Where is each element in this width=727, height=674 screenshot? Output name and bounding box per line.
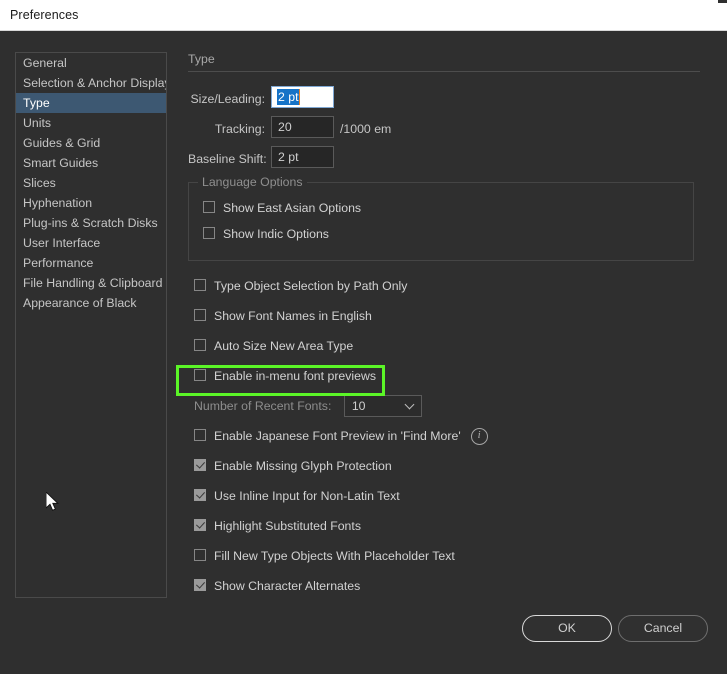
sidebar-item-units[interactable]: Units <box>16 113 166 133</box>
sidebar-item-label: User Interface <box>23 236 101 250</box>
checkbox-label: Enable Missing Glyph Protection <box>214 459 392 473</box>
sidebar-item-slices[interactable]: Slices <box>16 173 166 193</box>
checkbox-show-indic-options[interactable]: Show Indic Options <box>203 221 693 247</box>
sidebar-item-label: Hyphenation <box>23 196 93 210</box>
checkbox-label: Show Indic Options <box>223 227 329 241</box>
checkbox-type-object-selection-by-path-only[interactable]: Type Object Selection by Path Only <box>194 271 700 301</box>
checkbox-box-icon[interactable] <box>194 459 206 471</box>
number-of-recent-fonts-select[interactable]: 10 <box>343 395 422 417</box>
size-leading-row: Size/Leading: 2 pt <box>188 86 700 116</box>
tracking-label: Tracking: <box>214 122 265 136</box>
checkbox-use-inline-input-for-non-latin-text[interactable]: Use Inline Input for Non-Latin Text <box>194 481 700 511</box>
tracking-row: Tracking: 20 /1000 em <box>188 116 700 146</box>
select-value: 10 <box>351 399 366 413</box>
sidebar-item-label: Selection & Anchor Display <box>23 76 167 90</box>
checkbox-auto-size-new-area-type[interactable]: Auto Size New Area Type <box>194 331 700 361</box>
ok-button[interactable]: OK <box>522 615 612 642</box>
window-title: Preferences <box>10 8 79 22</box>
type-preferences-panel: Type Size/Leading: 2 pt Tracking: 20 /10… <box>188 52 700 601</box>
sidebar-item-appearance-of-black[interactable]: Appearance of Black <box>16 293 166 313</box>
dialog-button-bar: OK Cancel <box>0 615 727 655</box>
sidebar-item-selection-anchor-display[interactable]: Selection & Anchor Display <box>16 73 166 93</box>
sidebar-item-label: File Handling & Clipboard <box>23 276 163 290</box>
checkbox-box-icon[interactable] <box>194 339 206 351</box>
checkbox-label: Enable in-menu font previews <box>214 369 376 383</box>
sidebar-item-label: Appearance of Black <box>23 296 137 310</box>
checkbox-label: Show East Asian Options <box>223 201 362 215</box>
sidebar-item-general[interactable]: General <box>16 53 166 73</box>
checkbox-box-icon[interactable] <box>203 201 215 213</box>
size-leading-selected-text: 2 pt <box>277 89 300 105</box>
preferences-dialog: General Selection & Anchor Display Type … <box>0 31 727 674</box>
checkbox-box-icon[interactable] <box>194 489 206 501</box>
sidebar-item-label: Slices <box>23 176 56 190</box>
checkbox-box-icon[interactable] <box>194 429 206 441</box>
checkbox-label: Enable Japanese Font Preview in 'Find Mo… <box>214 429 461 443</box>
sidebar-item-plugins-scratch-disks[interactable]: Plug-ins & Scratch Disks <box>16 213 166 233</box>
sidebar-item-user-interface[interactable]: User Interface <box>16 233 166 253</box>
language-options-group: Language Options Show East Asian Options… <box>188 175 694 261</box>
checkbox-show-character-alternates[interactable]: Show Character Alternates <box>194 571 700 601</box>
section-divider <box>188 71 700 72</box>
checkbox-label: Type Object Selection by Path Only <box>214 279 408 293</box>
checkbox-enable-missing-glyph-protection[interactable]: Enable Missing Glyph Protection <box>194 451 700 481</box>
checkbox-label: Highlight Substituted Fonts <box>214 519 361 533</box>
checkbox-label: Use Inline Input for Non-Latin Text <box>214 489 400 503</box>
sidebar-item-label: General <box>23 56 67 70</box>
checkbox-box-icon[interactable] <box>203 227 215 239</box>
checkbox-label: Fill New Type Objects With Placeholder T… <box>214 549 455 563</box>
sidebar-item-label: Guides & Grid <box>23 136 101 150</box>
checkbox-highlight-substituted-fonts[interactable]: Highlight Substituted Fonts <box>194 511 700 541</box>
size-leading-label: Size/Leading: <box>190 92 265 106</box>
number-of-recent-fonts-label: Number of Recent Fonts: <box>194 399 332 413</box>
number-of-recent-fonts-row: Number of Recent Fonts: 10 <box>194 391 700 421</box>
tracking-units-label: /1000 em <box>340 122 392 136</box>
checkbox-label: Auto Size New Area Type <box>214 339 354 353</box>
baseline-shift-label: Baseline Shift: <box>188 152 267 166</box>
checkbox-box-icon[interactable] <box>194 369 206 381</box>
sidebar-item-label: Plug-ins & Scratch Disks <box>23 216 158 230</box>
size-leading-input[interactable]: 2 pt <box>271 86 334 108</box>
checkbox-enable-japanese-font-preview[interactable]: Enable Japanese Font Preview in 'Find Mo… <box>194 421 700 451</box>
checkbox-box-icon[interactable] <box>194 549 206 561</box>
sidebar-item-smart-guides[interactable]: Smart Guides <box>16 153 166 173</box>
sidebar-item-file-handling-clipboard[interactable]: File Handling & Clipboard <box>16 273 166 293</box>
checkbox-label: Show Character Alternates <box>214 579 361 593</box>
checkbox-enable-in-menu-font-previews[interactable]: Enable in-menu font previews <box>194 361 700 391</box>
panel-section-title: Type <box>188 52 215 66</box>
checkbox-show-east-asian-options[interactable]: Show East Asian Options <box>203 195 693 221</box>
chevron-down-icon <box>406 400 414 408</box>
checkbox-box-icon[interactable] <box>194 309 206 321</box>
sidebar-item-hyphenation[interactable]: Hyphenation <box>16 193 166 213</box>
language-options-title: Language Options <box>198 175 307 189</box>
sidebar-item-label: Performance <box>23 256 94 270</box>
sidebar-item-label: Smart Guides <box>23 156 99 170</box>
title-bar-corner-notch <box>718 0 727 3</box>
sidebar-item-label: Units <box>23 116 52 130</box>
tracking-input[interactable]: 20 <box>271 116 334 138</box>
info-icon[interactable]: i <box>470 427 488 445</box>
baseline-shift-input[interactable]: 2 pt <box>271 146 334 168</box>
checkbox-fill-new-type-objects-with-placeholder-text[interactable]: Fill New Type Objects With Placeholder T… <box>194 541 700 571</box>
window-title-bar: Preferences <box>0 0 727 31</box>
checkbox-box-icon[interactable] <box>194 519 206 531</box>
cancel-button[interactable]: Cancel <box>618 615 708 642</box>
checkbox-show-font-names-in-english[interactable]: Show Font Names in English <box>194 301 700 331</box>
preferences-category-list[interactable]: General Selection & Anchor Display Type … <box>15 52 167 598</box>
sidebar-item-guides-grid[interactable]: Guides & Grid <box>16 133 166 153</box>
checkbox-label: Show Font Names in English <box>214 309 372 323</box>
sidebar-item-type[interactable]: Type <box>16 93 166 113</box>
checkbox-box-icon[interactable] <box>194 279 206 291</box>
baseline-shift-row: Baseline Shift: 2 pt <box>188 146 700 176</box>
sidebar-item-performance[interactable]: Performance <box>16 253 166 273</box>
checkbox-box-icon[interactable] <box>194 579 206 591</box>
sidebar-item-label: Type <box>23 96 50 110</box>
